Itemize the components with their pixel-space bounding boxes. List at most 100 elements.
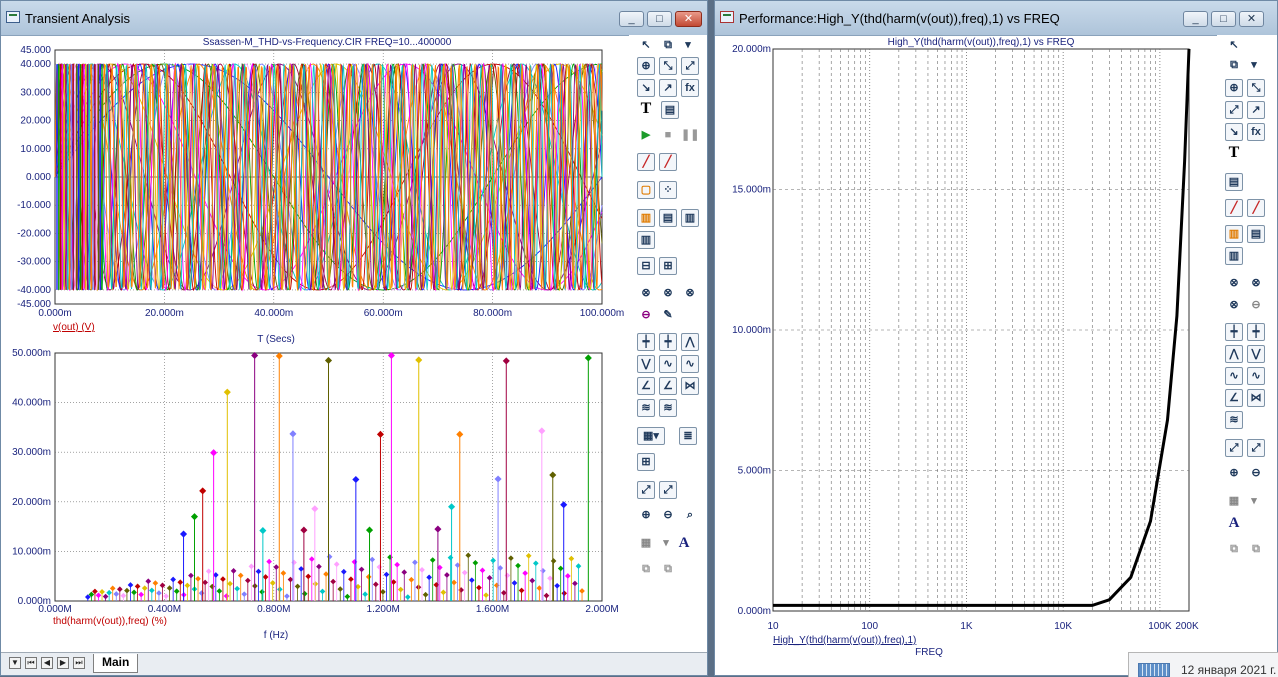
separate-plots-icon[interactable]: ⊟ [637,257,655,275]
line-draw-icon[interactable]: ╱ [1225,199,1243,217]
auto-scale-x-icon[interactable]: ⤢ [659,481,677,499]
cursor-tool-icon[interactable]: ↘ [637,79,655,97]
cursor-global-icon[interactable]: ∠ [1225,389,1243,407]
tab-nav-end-icon[interactable]: ⏭ [73,657,85,669]
zoom-out-icon[interactable]: ⊖ [659,507,677,525]
cursor-inflection-icon[interactable]: ∿ [659,355,677,373]
probe-y-icon[interactable]: ⊗ [659,285,677,303]
font-icon[interactable]: A [675,535,693,553]
cursor-next-icon[interactable]: ⋈ [1247,389,1265,407]
zoom-in-icon[interactable]: ⊕ [1225,465,1243,483]
grid-toggle-icon[interactable]: ⊞ [659,257,677,275]
cursor-low-icon[interactable]: ⋁ [1247,345,1265,363]
scale-icon[interactable]: ⊕ [1225,79,1243,97]
legend-dropdown-icon[interactable]: ▦▾ [637,427,665,445]
cursor-high-icon[interactable]: ⋀ [1225,345,1243,363]
pan-icon[interactable]: ⤢ [1225,101,1243,119]
table-icon[interactable]: ≣ [679,427,697,445]
maximize-button[interactable]: □ [647,11,672,27]
pan-icon[interactable]: ⤢ [681,57,699,75]
cursor-bottom-icon[interactable]: ≋ [659,399,677,417]
clear-icon[interactable]: ⊖ [1247,297,1265,315]
taskbar-clock[interactable]: 12 января 2021 г. [1128,652,1278,677]
tab-nav-start-icon[interactable]: ⏮ [25,657,37,669]
cursor-slope-icon[interactable]: ∿ [681,355,699,373]
text-tool-icon[interactable]: T [1225,145,1243,163]
palette-icon[interactable]: ▤ [661,101,679,119]
line-draw-icon[interactable]: ╱ [637,153,655,171]
close-button[interactable]: ✕ [1239,11,1264,27]
dropdown-arrow-icon[interactable]: ▾ [679,37,697,55]
tab-main[interactable]: Main [93,654,139,673]
cursor-inflection-icon[interactable]: ∿ [1225,367,1243,385]
copy-icon[interactable]: ⧉ [659,37,677,55]
cursor-next-icon[interactable]: ∠ [659,377,677,395]
grid-none-icon[interactable]: ▥ [637,231,655,249]
function-icon[interactable]: fx [1247,123,1265,141]
function-icon[interactable]: fx [681,79,699,97]
run-icon[interactable]: ▶ [637,127,655,145]
grid-minor-icon[interactable]: ▤ [1247,225,1265,243]
tag-tool-icon[interactable]: ↗ [659,79,677,97]
line-edit-icon[interactable]: ╱ [1247,199,1265,217]
paste-graph-icon[interactable]: ⧉ [659,561,677,579]
cursor-low-icon[interactable]: ⋁ [637,355,655,373]
dropdown-arrow-icon[interactable]: ▾ [1245,57,1263,75]
tile-dropdown-icon[interactable]: ▾ [657,535,675,553]
cursor-tangent-icon[interactable]: ≋ [1225,411,1243,429]
probe-icon[interactable]: ⊗ [1225,275,1243,293]
grid-dotted-icon[interactable]: ▥ [1225,247,1243,265]
copy-icon[interactable]: ⧉ [1225,57,1243,75]
grid-snap-icon[interactable]: ⁘ [659,181,677,199]
copy-graph-icon[interactable]: ⧉ [637,561,655,579]
auto-scale-icon[interactable]: ⤢ [637,481,655,499]
select-pointer-icon[interactable]: ↖ [1225,37,1243,55]
performance-window[interactable]: Performance:High_Y(thd(harm(v(out)),freq… [714,0,1278,676]
tab-nav-next-icon[interactable]: ▶ [57,657,69,669]
text-tool-icon[interactable]: T [637,101,655,119]
line-edit-icon[interactable]: ╱ [659,153,677,171]
zoom-region-icon[interactable]: ⤡ [659,57,677,75]
cursor-valley-icon[interactable]: ┿ [1247,323,1265,341]
transient-analysis-window[interactable]: Transient Analysis _ □ ✕ Ssassen-M_THD-v… [0,0,708,676]
probe-icon[interactable]: ⊗ [637,285,655,303]
cursor-prev-icon[interactable]: ⋈ [681,377,699,395]
scale-icon[interactable]: ⊕ [637,57,655,75]
grid-bold-icon[interactable]: ▥ [637,209,655,227]
copy-graph-icon[interactable]: ⧉ [1225,541,1243,559]
probe-fx-icon[interactable]: ⊗ [1225,297,1243,315]
cursor-valley-icon[interactable]: ┿ [659,333,677,351]
tag-tool-icon[interactable]: ↘ [1225,123,1243,141]
clear-icon[interactable]: ⊖ [637,307,655,325]
zoom-region-icon[interactable]: ⤡ [1247,79,1265,97]
tile-icon[interactable]: ▦ [637,535,655,553]
stop-icon[interactable]: ■ [659,127,677,145]
grid-bold-icon[interactable]: ▥ [1225,225,1243,243]
zoom-out-icon[interactable]: ⊖ [1247,465,1265,483]
tab-nav-prev-icon[interactable]: ◀ [41,657,53,669]
zoom-100-icon[interactable]: ⌕ [681,507,699,525]
cursor-peak-icon[interactable]: ┿ [637,333,655,351]
grid-minor-icon[interactable]: ▤ [659,209,677,227]
tile-dropdown-icon[interactable]: ▾ [1245,493,1263,511]
properties-icon[interactable]: ✎ [659,307,677,325]
cursor-tool-icon[interactable]: ↗ [1247,101,1265,119]
paste-graph-icon[interactable]: ⧉ [1247,541,1265,559]
data-point-icon[interactable]: ⊞ [637,453,655,471]
font-icon[interactable]: A [1225,515,1243,533]
auto-scale-x-icon[interactable]: ⤢ [1247,439,1265,457]
rectangle-icon[interactable]: ▢ [637,181,655,199]
cursor-high-icon[interactable]: ⋀ [681,333,699,351]
pause-icon[interactable]: ❚❚ [681,127,699,145]
grid-dotted-icon[interactable]: ▥ [681,209,699,227]
cursor-global-icon[interactable]: ∠ [637,377,655,395]
cursor-slope-icon[interactable]: ∿ [1247,367,1265,385]
probe-fx-icon[interactable]: ⊗ [681,285,699,303]
select-pointer-icon[interactable]: ↖ [637,37,655,55]
zoom-in-icon[interactable]: ⊕ [637,507,655,525]
auto-scale-icon[interactable]: ⤢ [1225,439,1243,457]
cursor-peak-icon[interactable]: ┿ [1225,323,1243,341]
palette-icon[interactable]: ▤ [1225,173,1243,191]
probe-y-icon[interactable]: ⊗ [1247,275,1265,293]
tab-nav-first-icon[interactable]: ▼ [9,657,21,669]
